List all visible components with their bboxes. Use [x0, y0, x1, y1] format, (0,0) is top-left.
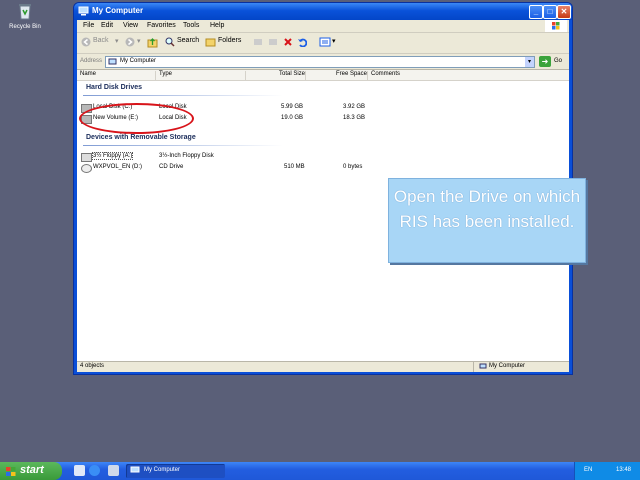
- group-hard-disk: Hard Disk Drives: [86, 84, 143, 91]
- recycle-bin-icon: [19, 4, 31, 20]
- drive-total: 19.0 GB: [281, 115, 304, 121]
- internet-explorer-icon[interactable]: [89, 465, 100, 476]
- computer-icon: [78, 6, 89, 16]
- address-label: Address: [80, 58, 103, 64]
- menu-help[interactable]: Help: [210, 22, 224, 29]
- taskbar: start My Computer EN 13:48: [0, 462, 640, 480]
- cd-drive-icon: [81, 164, 92, 173]
- status-location: My Computer: [489, 363, 526, 369]
- col-free-space[interactable]: Free Space: [305, 71, 369, 80]
- show-desktop-icon[interactable]: [74, 465, 85, 476]
- status-bar: 4 objects My Computer: [77, 361, 569, 372]
- undo-icon[interactable]: [297, 37, 307, 47]
- drive-free: 18.3 GB: [343, 115, 366, 121]
- drive-type: 3½-Inch Floppy Disk: [159, 153, 214, 159]
- col-type[interactable]: Type: [155, 71, 172, 80]
- copy-to-icon[interactable]: [268, 37, 278, 47]
- go-arrow-icon[interactable]: ➜: [539, 56, 551, 67]
- drive-type: CD Drive: [159, 164, 184, 170]
- recycle-bin-label: Recycle Bin: [9, 24, 41, 30]
- group-divider: [83, 95, 283, 96]
- clock[interactable]: 13:48: [616, 467, 631, 473]
- move-to-icon[interactable]: [253, 37, 263, 47]
- folders-button[interactable]: Folders: [218, 37, 241, 44]
- drive-free: 0 bytes: [343, 164, 363, 170]
- computer-small-icon: [479, 363, 487, 369]
- system-tray: EN 13:48: [574, 462, 640, 480]
- language-indicator[interactable]: EN: [584, 467, 592, 473]
- computer-small-icon: [130, 466, 140, 473]
- drive-free: 3.92 GB: [343, 104, 366, 110]
- instruction-callout: Open the Drive on which RIS has been ins…: [388, 178, 586, 263]
- standard-toolbar: Back ▾ ▾ Search Folders ▾: [77, 33, 569, 54]
- folders-icon: [205, 38, 216, 47]
- highlight-ellipse: [79, 103, 194, 134]
- folder-up-icon[interactable]: [147, 36, 158, 48]
- menu-edit[interactable]: Edit: [101, 22, 113, 29]
- start-button[interactable]: start: [0, 462, 62, 480]
- windows-flag-icon: [552, 22, 560, 30]
- address-dropdown-icon[interactable]: ▾: [525, 57, 534, 67]
- windows-flag-logo: [545, 20, 567, 32]
- menu-tools[interactable]: Tools: [183, 22, 199, 29]
- recycle-bin-desktop-icon[interactable]: Recycle Bin: [4, 2, 46, 30]
- drive-name: 3½ Floppy (A:): [91, 152, 134, 160]
- start-label: start: [20, 464, 44, 476]
- forward-arrow-icon[interactable]: [125, 37, 135, 47]
- address-bar: Address My Computer ▾ ➜ Go: [77, 54, 569, 70]
- forward-dropdown-icon[interactable]: ▾: [137, 37, 141, 45]
- taskbar-my-computer[interactable]: My Computer: [126, 464, 225, 478]
- status-divider: [473, 362, 474, 372]
- menu-bar: File Edit View Favorites Tools Help: [77, 20, 569, 33]
- close-button[interactable]: ✕: [557, 5, 571, 19]
- address-value: My Computer: [120, 58, 157, 64]
- col-total-size[interactable]: Total Size: [245, 71, 307, 80]
- back-arrow-icon[interactable]: [81, 37, 91, 47]
- menu-file[interactable]: File: [83, 22, 94, 29]
- window-title: My Computer: [92, 6, 144, 15]
- drive-name: WXPVOL_EN (D:): [93, 164, 143, 170]
- delete-x-icon[interactable]: [283, 37, 293, 47]
- floppy-drive-icon: [81, 153, 92, 162]
- col-name[interactable]: Name: [77, 71, 96, 80]
- drive-total: 510 MB: [284, 164, 305, 170]
- drive-row-d[interactable]: WXPVOL_EN (D:) CD Drive 510 MB 0 bytes: [81, 163, 561, 173]
- taskbar-my-computer-label: My Computer: [144, 467, 181, 473]
- computer-small-icon: [108, 58, 117, 65]
- drive-total: 5.99 GB: [281, 104, 304, 110]
- quicklaunch-folder-icon[interactable]: [108, 465, 119, 476]
- menu-view[interactable]: View: [123, 22, 138, 29]
- menu-favorites[interactable]: Favorites: [147, 22, 176, 29]
- group-divider: [83, 145, 283, 146]
- minimize-button[interactable]: _: [529, 5, 543, 19]
- back-dropdown-icon[interactable]: ▾: [115, 37, 119, 45]
- go-button[interactable]: Go: [554, 58, 562, 64]
- group-removable: Devices with Removable Storage: [86, 134, 196, 141]
- address-input[interactable]: My Computer ▾: [105, 56, 535, 68]
- col-comments[interactable]: Comments: [367, 71, 400, 80]
- title-bar[interactable]: My Computer _ □ ✕: [74, 3, 572, 20]
- column-header: Name Type Total Size Free Space Comments: [77, 70, 569, 81]
- back-button-label[interactable]: Back: [93, 37, 109, 44]
- windows-flag-icon: [6, 467, 16, 476]
- maximize-button[interactable]: □: [543, 5, 557, 19]
- status-object-count: 4 objects: [80, 363, 105, 369]
- drive-row-a[interactable]: 3½ Floppy (A:) 3½-Inch Floppy Disk: [81, 152, 561, 162]
- views-dropdown-icon[interactable]: ▾: [332, 37, 336, 45]
- search-icon: [165, 37, 175, 47]
- search-button[interactable]: Search: [177, 37, 199, 44]
- views-icon[interactable]: [319, 37, 331, 47]
